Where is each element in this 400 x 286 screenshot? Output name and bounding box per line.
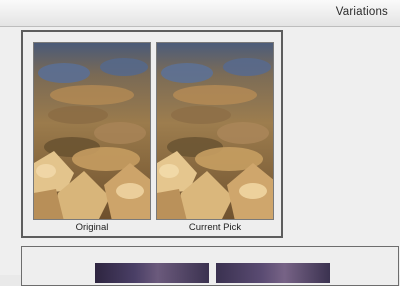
current-pick-label: Current Pick — [188, 222, 242, 233]
variation-thumbnail[interactable] — [216, 263, 330, 283]
current-pick-thumbnail[interactable] — [156, 42, 274, 220]
variations-grid-panel — [21, 246, 399, 286]
original-thumbnail[interactable] — [33, 42, 151, 220]
original-thumbnail-group[interactable]: Original — [33, 42, 151, 234]
rock-photo-original — [34, 43, 150, 219]
comparison-panel: Original Current Pick — [21, 30, 283, 238]
current-pick-thumbnail-group[interactable]: Current Pick — [156, 42, 274, 234]
original-label: Original — [75, 222, 109, 233]
window-title: Variations — [335, 6, 388, 18]
rock-photo-current-pick — [157, 43, 273, 219]
variation-thumbnail[interactable] — [95, 263, 209, 283]
window-titlebar: Variations — [0, 0, 400, 27]
